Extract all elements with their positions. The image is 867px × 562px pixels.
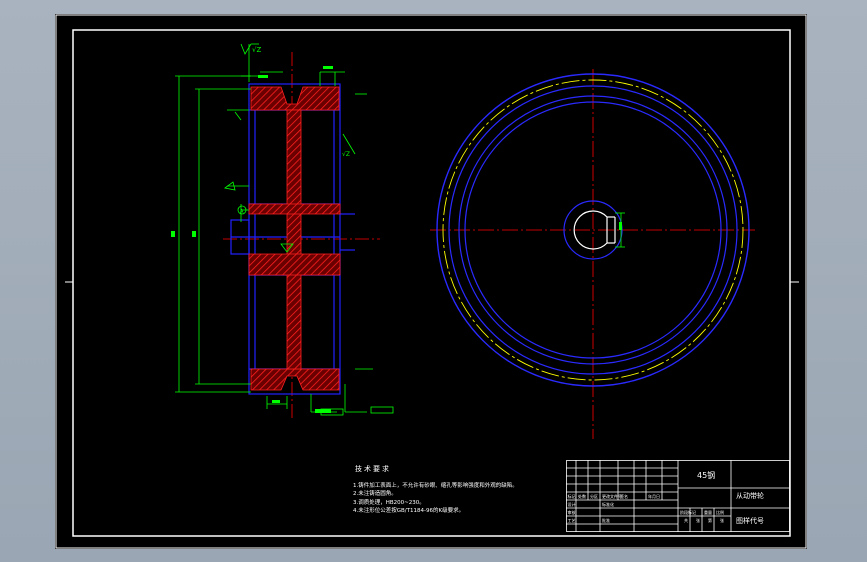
sub-label: 审核 — [568, 509, 576, 515]
front-view — [430, 69, 755, 439]
row-label: 更改文件号 — [602, 493, 622, 499]
stage-label: 阶段标记 — [680, 509, 696, 515]
note-item: 4.未注形位公差按GB/T1184-96的K级要求。 — [353, 508, 465, 514]
surface-mark-top-label: √Z — [252, 46, 261, 54]
sub-label: 设计 — [568, 501, 576, 507]
note-item: 3.调质处理，HB200~230。 — [353, 499, 425, 506]
row-label: 分区 — [590, 493, 598, 499]
sheet-label: 共 — [684, 517, 688, 523]
sheet-label: 第 — [708, 517, 712, 523]
row-label: 处数 — [578, 493, 586, 499]
row-label: 年月日 — [648, 493, 660, 499]
note-item: 2.未注铸造圆角。 — [353, 491, 397, 497]
part-name: 从动带轮 — [736, 491, 764, 500]
web-section — [286, 109, 302, 370]
hub-lower-section — [248, 253, 341, 276]
sub-label: 批准 — [602, 517, 610, 523]
rim-top-section — [250, 86, 340, 111]
surface-mark-right-label: √Z — [342, 151, 350, 158]
cad-drawing-viewport[interactable]: √Z √Z A 技术要求 1.铸件加工表面上，不允许有砂眼、缩孔等影响强度和外观… — [55, 14, 807, 549]
material: 45钢 — [697, 470, 715, 480]
sheet-label: 张 — [720, 517, 724, 523]
technical-requirements-title: 技术要求 — [355, 465, 391, 473]
note-item: 1.铸件加工表面上，不允许有砂眼、缩孔等影响强度和外观的缺陷。 — [353, 482, 518, 489]
section-mark-label: A — [240, 209, 244, 215]
technical-requirements: 技术要求 1.铸件加工表面上，不允许有砂眼、缩孔等影响强度和外观的缺陷。 2.未… — [353, 465, 518, 516]
rim-bottom-section — [250, 368, 340, 391]
sub-label: 标准化 — [602, 501, 614, 507]
stage-label: 重量 — [704, 509, 712, 515]
hub-upper-section — [248, 203, 341, 215]
stage-label: 比例 — [716, 509, 724, 515]
title-block: 标记 处数 分区 更改文件号 签名 年月日 设计 标准化 审核 工艺 批准 45… — [566, 460, 790, 532]
row-label: 标记 — [568, 493, 576, 499]
sub-label: 工艺 — [568, 518, 576, 523]
drawing-code: 图样代号 — [736, 516, 764, 525]
section-view: √Z √Z A — [171, 43, 394, 419]
sheet-label: 张 — [696, 517, 700, 523]
dimension-text-marks — [171, 66, 394, 416]
row-label: 签名 — [620, 493, 628, 499]
